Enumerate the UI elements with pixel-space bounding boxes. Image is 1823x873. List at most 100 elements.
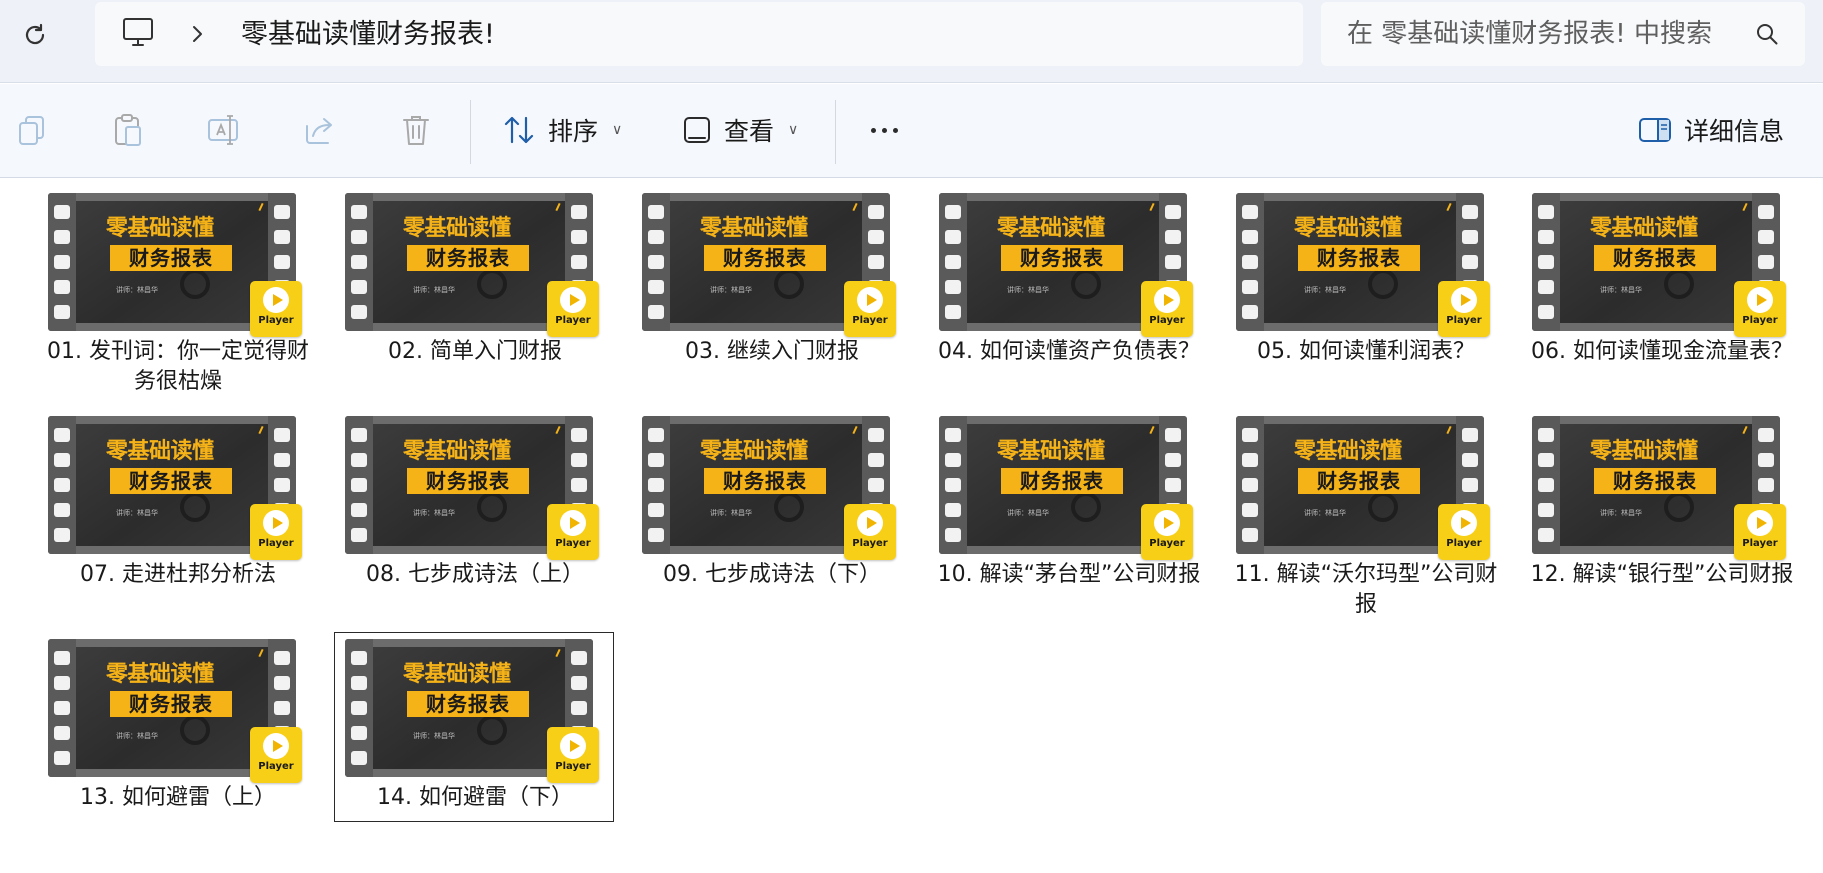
file-tile[interactable]: 零基础读懂 财务报表 讲师：林昌华 Player 08. 七步成诗法（上） xyxy=(334,409,614,599)
film-hole xyxy=(1758,452,1774,467)
film-strip xyxy=(939,193,967,331)
search-box[interactable] xyxy=(1321,2,1805,66)
play-icon xyxy=(1154,287,1180,313)
file-name[interactable]: 10. 解读“茅台型”公司财报 xyxy=(929,560,1209,590)
details-label: 详细信息 xyxy=(1684,117,1785,146)
film-hole xyxy=(1242,229,1258,244)
search-icon[interactable] xyxy=(1755,22,1779,46)
film-hole xyxy=(945,254,961,269)
magnifier-graphic xyxy=(1664,269,1694,299)
player-badge: Player xyxy=(547,504,599,560)
delete-button[interactable] xyxy=(398,112,434,148)
film-hole xyxy=(54,254,70,269)
film-hole xyxy=(1242,254,1258,269)
player-badge: Player xyxy=(1438,281,1490,337)
sort-label: 排序 xyxy=(548,117,599,146)
film-hole xyxy=(1538,503,1554,518)
file-name[interactable]: 01. 发刊词：你一定觉得财务很枯燥 xyxy=(38,337,318,397)
file-tile[interactable]: 零基础读懂 财务报表 讲师：林昌华 Player 14. 如何避雷（下） xyxy=(334,632,614,822)
file-tile[interactable]: 零基础读懂 财务报表 讲师：林昌华 Player 02. 简单入门财报 xyxy=(334,186,614,376)
cover-title-line1: 零基础读懂 xyxy=(1294,216,1402,241)
search-input[interactable] xyxy=(1347,16,1727,52)
chevron-down-icon: ∨ xyxy=(788,122,799,138)
file-tile[interactable]: 零基础读懂 财务报表 讲师：林昌华 Player 01. 发刊词：你一定觉得财务很枯燥 xyxy=(37,186,317,394)
copy-button[interactable] xyxy=(14,112,50,148)
file-name[interactable]: 04. 如何读懂资产负债表？ xyxy=(929,337,1209,367)
details-pane-button[interactable]: 详细信息 xyxy=(1638,106,1784,154)
cover-title-line2: 财务报表 xyxy=(1298,245,1420,271)
file-name[interactable]: 13. 如何避雷（上） xyxy=(38,783,318,813)
chevron-right-icon[interactable] xyxy=(187,22,209,46)
film-hole xyxy=(54,305,70,320)
file-name[interactable]: 05. 如何读懂利润表？ xyxy=(1226,337,1506,367)
film-hole xyxy=(1165,254,1181,269)
film-hole xyxy=(648,280,664,295)
file-name[interactable]: 08. 七步成诗法（上） xyxy=(335,560,615,590)
paste-button[interactable] xyxy=(110,112,146,148)
toolbar-divider xyxy=(835,100,836,164)
file-name[interactable]: 07. 走进杜邦分析法 xyxy=(38,560,318,590)
play-icon xyxy=(560,733,586,759)
cover-lecturer: 讲师：林昌华 xyxy=(1304,286,1346,294)
film-hole xyxy=(351,700,367,715)
file-name[interactable]: 11. 解读“沃尔玛型”公司财报 xyxy=(1226,560,1506,620)
view-button[interactable]: 查看 ∨ xyxy=(682,106,798,154)
cover-lecturer: 讲师：林昌华 xyxy=(1600,509,1642,517)
breadcrumb-current-folder[interactable]: 零基础读懂财务报表! xyxy=(241,18,495,52)
file-name[interactable]: 03. 继续入门财报 xyxy=(632,337,912,367)
file-tile[interactable]: 零基础读懂 财务报表 讲师：林昌华 Player 04. 如何读懂资产负债表？ xyxy=(928,186,1208,376)
film-hole xyxy=(54,204,70,219)
sort-button[interactable]: 排序 ∨ xyxy=(502,106,622,154)
rename-button[interactable] xyxy=(206,112,242,148)
file-tile[interactable]: 零基础读懂 财务报表 讲师：林昌华 Player 13. 如何避雷（上） xyxy=(37,632,317,822)
more-dot xyxy=(881,127,887,133)
file-name[interactable]: 02. 简单入门财报 xyxy=(335,337,615,367)
refresh-button[interactable] xyxy=(16,16,54,54)
film-strip xyxy=(345,193,373,331)
film-hole xyxy=(1538,204,1554,219)
file-tile[interactable]: 零基础读懂财务报表讲师：林昌华 Player 05. 如何读懂利润表？ xyxy=(1225,186,1505,376)
player-label: Player xyxy=(258,538,294,549)
film-hole xyxy=(1242,427,1258,442)
film-hole xyxy=(54,427,70,442)
film-hole xyxy=(648,477,664,492)
film-hole xyxy=(648,452,664,467)
play-icon xyxy=(263,510,289,536)
file-name[interactable]: 14. 如何避雷（下） xyxy=(335,783,615,813)
magnifier-graphic xyxy=(477,269,507,299)
path-box[interactable]: 零基础读懂财务报表! xyxy=(95,2,1303,66)
file-name[interactable]: 12. 解读“银行型”公司财报 xyxy=(1522,560,1802,590)
file-tile[interactable]: 零基础读懂 财务报表 讲师：林昌华 Player 11. 解读“沃尔玛型”公司财报 xyxy=(1225,409,1505,617)
film-hole xyxy=(54,751,70,766)
magnifier-graphic xyxy=(180,492,210,522)
film-hole xyxy=(571,650,587,665)
file-tile[interactable]: 零基础读懂 财务报表 讲师：林昌华 Player 09. 七步成诗法（下） xyxy=(631,409,911,599)
file-name[interactable]: 09. 七步成诗法（下） xyxy=(632,560,912,590)
play-icon xyxy=(560,287,586,313)
file-tile[interactable]: 零基础读懂 财务报表 讲师：林昌华 Player 12. 解读“银行型”公司财报 xyxy=(1521,409,1801,599)
trash-icon xyxy=(403,116,429,145)
file-tile[interactable]: 零基础读懂 财务报表 讲师：林昌华 Player 10. 解读“茅台型”公司财报 xyxy=(928,409,1208,599)
film-hole xyxy=(571,675,587,690)
film-hole xyxy=(1462,204,1478,219)
computer-icon xyxy=(123,18,153,46)
film-hole xyxy=(571,254,587,269)
film-hole xyxy=(648,427,664,442)
file-name[interactable]: 06. 如何读懂现金流量表？ xyxy=(1522,337,1802,367)
file-tile[interactable]: 零基础读懂 财务报表 讲师：林昌华 Player 07. 走进杜邦分析法 xyxy=(37,409,317,599)
cover-title-line2: 财务报表 xyxy=(110,245,232,271)
player-label: Player xyxy=(1149,315,1185,326)
share-button[interactable] xyxy=(302,112,338,148)
film-hole xyxy=(571,477,587,492)
film-hole xyxy=(1242,528,1258,543)
file-tile[interactable]: 零基础读懂 财务报表 讲师：林昌华 Player 06. 如何读懂现金流量表？ xyxy=(1521,186,1801,376)
film-hole xyxy=(1758,254,1774,269)
view-label: 查看 xyxy=(724,117,775,146)
cover-lecturer: 讲师：林昌华 xyxy=(116,286,158,294)
player-label: Player xyxy=(1742,538,1778,549)
more-options-button[interactable] xyxy=(860,110,908,150)
file-tile[interactable]: 零基础读懂 财务报表 讲师：林昌华 Player 03. 继续入门财报 xyxy=(631,186,911,376)
play-icon xyxy=(263,287,289,313)
film-hole xyxy=(945,528,961,543)
film-hole xyxy=(868,427,884,442)
